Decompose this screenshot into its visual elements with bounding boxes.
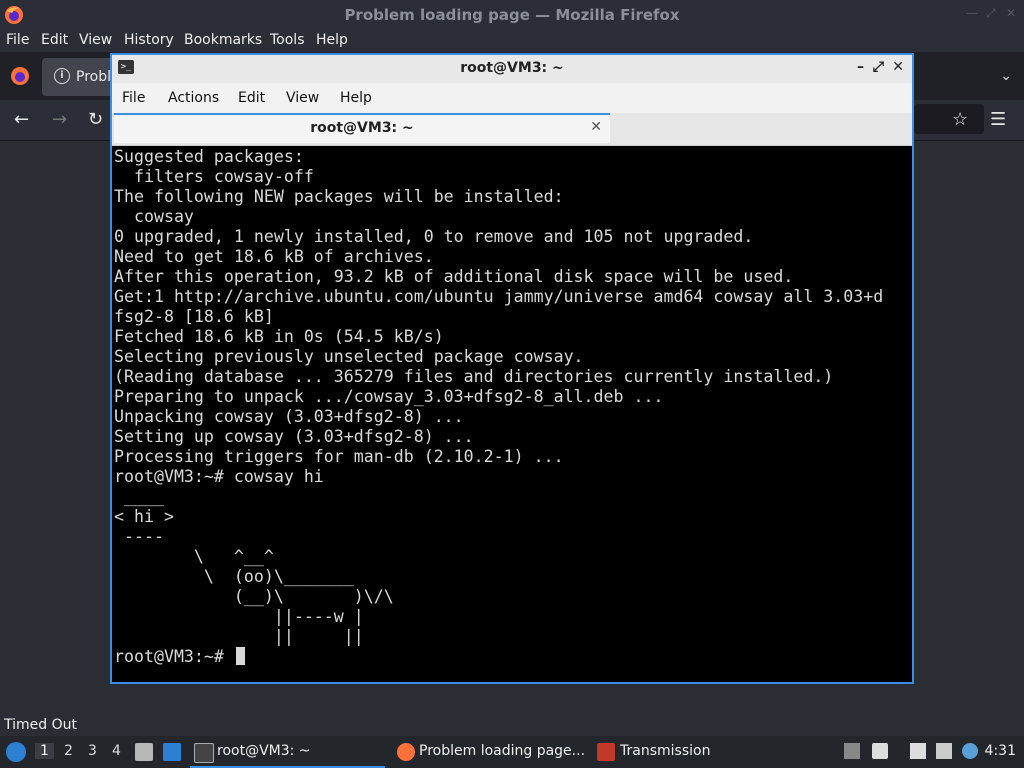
terminal-output[interactable]: Suggested packages: filters cowsay-off T… (114, 147, 910, 667)
hamburger-icon[interactable]: ☰ (990, 109, 1006, 130)
terminal-tab-title: root@VM3: ~ (310, 120, 414, 136)
close-icon[interactable]: ✕ (590, 119, 602, 135)
star-icon[interactable]: ☆ (952, 109, 968, 130)
workspace-2[interactable]: 2 (64, 743, 73, 759)
chevron-down-icon[interactable]: ⌄ (1000, 68, 1012, 84)
show-desktop-icon[interactable] (163, 743, 181, 761)
menu-view[interactable]: View (79, 32, 112, 48)
start-menu-icon[interactable] (6, 742, 26, 762)
back-arrow-icon[interactable]: ← (14, 109, 29, 130)
menu-edit[interactable]: Edit (41, 32, 68, 48)
menu-tools[interactable]: Tools (270, 32, 305, 48)
terminal-menubar: File Actions Edit View Help (112, 83, 912, 113)
terminal-icon (194, 743, 214, 763)
clock[interactable]: 4:31 (985, 743, 1016, 759)
taskbar: 1 2 3 4 root@VM3: ~ Problem loading page… (0, 736, 1024, 768)
clipboard-icon[interactable] (910, 743, 926, 759)
menu-bookmarks[interactable]: Bookmarks (184, 32, 262, 48)
terminal-menu-edit[interactable]: Edit (238, 90, 265, 106)
terminal-tabbar: root@VM3: ~ ✕ (112, 113, 912, 146)
task-label: root@VM3: ~ (217, 743, 311, 759)
upload-icon[interactable] (844, 743, 860, 759)
workspace-4[interactable]: 4 (112, 743, 121, 759)
firefox-icon (397, 743, 415, 761)
maximize-icon[interactable]: ⤢ (873, 59, 884, 75)
taskbar-task-firefox[interactable]: Problem loading page... (393, 736, 588, 766)
forward-arrow-icon[interactable]: → (52, 109, 67, 130)
terminal-menu-file[interactable]: File (122, 90, 145, 106)
reload-icon[interactable]: ↻ (88, 109, 103, 130)
url-bar[interactable] (914, 104, 984, 134)
terminal-tab[interactable]: root@VM3: ~ ✕ (114, 113, 610, 143)
minimize-icon[interactable]: – (857, 59, 864, 75)
terminal-menu-actions[interactable]: Actions (168, 90, 219, 106)
menu-help[interactable]: Help (316, 32, 348, 48)
workspace-3[interactable]: 3 (88, 743, 97, 759)
task-label: Transmission (620, 743, 711, 759)
close-icon[interactable]: ✕ (892, 59, 904, 75)
taskbar-task-terminal[interactable]: root@VM3: ~ (190, 736, 385, 768)
task-label: Problem loading page... (419, 743, 586, 759)
tooltip: Timed Out (0, 714, 81, 736)
terminal-title: root@VM3: ~ (460, 60, 564, 76)
terminal-prompt: root@VM3:~# (114, 647, 234, 666)
volume-icon[interactable] (872, 743, 888, 759)
terminal-window[interactable]: >_ root@VM3: ~ – ⤢ ✕ File Actions Edit V… (110, 53, 914, 684)
menu-file[interactable]: File (6, 32, 29, 48)
network-icon[interactable] (936, 743, 952, 759)
text-cursor (235, 647, 245, 665)
window-title: Problem loading page — Mozilla Firefox (344, 6, 680, 24)
transmission-icon (597, 743, 615, 761)
menu-history[interactable]: History (124, 32, 174, 48)
close-icon[interactable]: ✕ (1006, 6, 1016, 20)
firefox-view-icon[interactable] (10, 66, 30, 86)
terminal-menu-view[interactable]: View (286, 90, 319, 106)
terminal-menu-help[interactable]: Help (340, 90, 372, 106)
file-manager-icon[interactable] (135, 743, 153, 761)
firefox-menubar: File Edit View History Bookmarks Tools H… (0, 30, 1024, 52)
taskbar-task-transmission[interactable]: Transmission (594, 736, 734, 766)
firefox-titlebar: Problem loading page — Mozilla Firefox —… (0, 0, 1024, 30)
minimize-icon[interactable]: — (966, 6, 978, 20)
workspace-1[interactable]: 1 (35, 743, 54, 759)
update-icon[interactable] (962, 743, 978, 759)
terminal-titlebar[interactable]: >_ root@VM3: ~ – ⤢ ✕ (112, 55, 912, 83)
terminal-history: Suggested packages: filters cowsay-off T… (114, 147, 884, 646)
maximize-icon[interactable]: ⤢ (986, 6, 996, 21)
info-icon: i (54, 68, 70, 84)
